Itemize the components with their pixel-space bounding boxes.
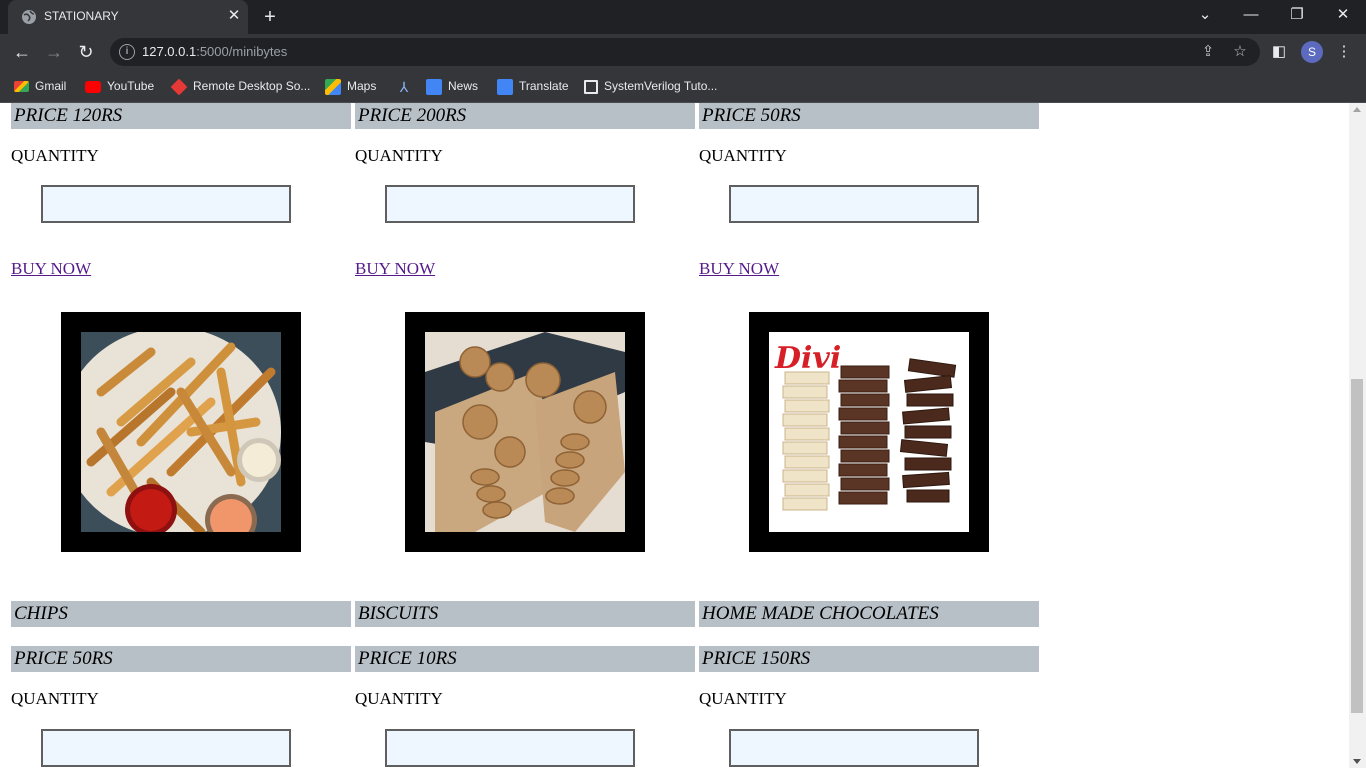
- bookmarks-bar: Gmail YouTube Remote Desktop So... Maps …: [0, 70, 1366, 103]
- reload-icon[interactable]: ↻: [72, 38, 100, 66]
- bookmark-maps[interactable]: Maps: [325, 77, 376, 95]
- bookmark-translate[interactable]: Translate: [497, 77, 569, 95]
- forward-icon[interactable]: →: [40, 38, 68, 66]
- quantity-input[interactable]: [729, 185, 979, 223]
- bookmark-app[interactable]: ⅄: [396, 77, 418, 95]
- quantity-input[interactable]: [385, 729, 635, 767]
- browser-toolbar: ← → ↻ i 127.0.0.1:5000/minibytes ⇪ ☆ ◧ ⋮: [0, 34, 1366, 70]
- chocolates-image: Divi: [769, 332, 969, 532]
- site-info-icon[interactable]: i: [119, 44, 135, 60]
- maps-icon: [325, 78, 341, 95]
- quantity-label: QUANTITY: [699, 689, 787, 708]
- bookmark-star-icon[interactable]: ☆: [1230, 42, 1250, 62]
- quantity-label: QUANTITY: [355, 146, 443, 165]
- bookmark-app-icon: ⅄: [399, 78, 409, 95]
- new-tab-icon[interactable]: +: [258, 6, 282, 28]
- price-label: PRICE 150RS: [699, 646, 1039, 672]
- quantity-input[interactable]: [41, 729, 291, 767]
- news-icon: [426, 78, 442, 95]
- bookmark-news[interactable]: News: [426, 77, 478, 95]
- bookmark-remote-desktop[interactable]: Remote Desktop So...: [170, 77, 310, 96]
- url-text[interactable]: 127.0.0.1:5000/minibytes: [142, 44, 287, 59]
- product-name: BISCUITS: [355, 601, 695, 627]
- cookies-image: [425, 332, 625, 532]
- share-icon[interactable]: ⇪: [1198, 42, 1218, 62]
- scroll-down-arrow-icon[interactable]: [1353, 759, 1361, 764]
- chip-icon: [584, 79, 598, 94]
- bookmark-youtube[interactable]: YouTube: [85, 77, 154, 95]
- price-label: PRICE 120RS: [11, 103, 351, 129]
- quantity-input[interactable]: [729, 729, 979, 767]
- price-label: PRICE 10RS: [355, 646, 695, 672]
- gmail-icon: [14, 81, 29, 93]
- youtube-icon: [85, 80, 101, 93]
- product-image-frame: [405, 312, 645, 552]
- scrollbar-thumb[interactable]: [1351, 379, 1363, 713]
- quantity-label: QUANTITY: [699, 146, 787, 165]
- address-bar[interactable]: i 127.0.0.1:5000/minibytes ⇪ ☆: [110, 38, 1260, 66]
- menu-kebab-icon[interactable]: ⋮: [1334, 42, 1354, 62]
- remote-desktop-icon: [170, 78, 188, 96]
- product-name: HOME MADE CHOCOLATES: [699, 601, 1039, 627]
- browser-tab[interactable]: STATIONARY ✕: [8, 0, 248, 34]
- back-icon[interactable]: ←: [8, 38, 36, 66]
- quantity-label: QUANTITY: [11, 146, 99, 165]
- globe-icon: [22, 10, 36, 24]
- buy-now-link[interactable]: BUY NOW: [355, 259, 435, 279]
- minimize-icon[interactable]: —: [1228, 0, 1274, 32]
- fries-image: [81, 332, 281, 532]
- scroll-up-arrow-icon[interactable]: [1353, 107, 1361, 112]
- buy-now-link[interactable]: BUY NOW: [11, 259, 91, 279]
- page-viewport: PRICE 120RS QUANTITY BUY NOW PRICE 200RS…: [0, 103, 1366, 768]
- tab-strip: STATIONARY ✕ + ⌄ — ❐ ✕: [0, 0, 1366, 34]
- tab-close-icon[interactable]: ✕: [224, 6, 244, 26]
- divi-logo: Divi: [774, 341, 841, 376]
- bookmark-gmail[interactable]: Gmail: [14, 77, 66, 95]
- restore-icon[interactable]: ❐: [1274, 0, 1320, 32]
- tab-title: STATIONARY: [44, 9, 119, 23]
- price-label: PRICE 200RS: [355, 103, 695, 129]
- quantity-label: QUANTITY: [355, 689, 443, 708]
- buy-now-link[interactable]: BUY NOW: [699, 259, 779, 279]
- product-name: CHIPS: [11, 601, 351, 627]
- quantity-label: QUANTITY: [11, 689, 99, 708]
- side-panel-icon[interactable]: ◧: [1269, 42, 1289, 62]
- bookmark-systemverilog[interactable]: SystemVerilog Tuto...: [584, 77, 717, 95]
- tab-search-icon[interactable]: ⌄: [1182, 0, 1228, 32]
- product-image-frame: Divi: [749, 312, 989, 552]
- quantity-input[interactable]: [41, 185, 291, 223]
- product-image-frame: [61, 312, 301, 552]
- window-close-icon[interactable]: ✕: [1320, 0, 1366, 32]
- page-scrollbar[interactable]: [1349, 103, 1366, 768]
- price-label: PRICE 50RS: [699, 103, 1039, 129]
- quantity-input[interactable]: [385, 185, 635, 223]
- profile-avatar[interactable]: S: [1301, 41, 1323, 63]
- translate-icon: [497, 78, 513, 95]
- price-label: PRICE 50RS: [11, 646, 351, 672]
